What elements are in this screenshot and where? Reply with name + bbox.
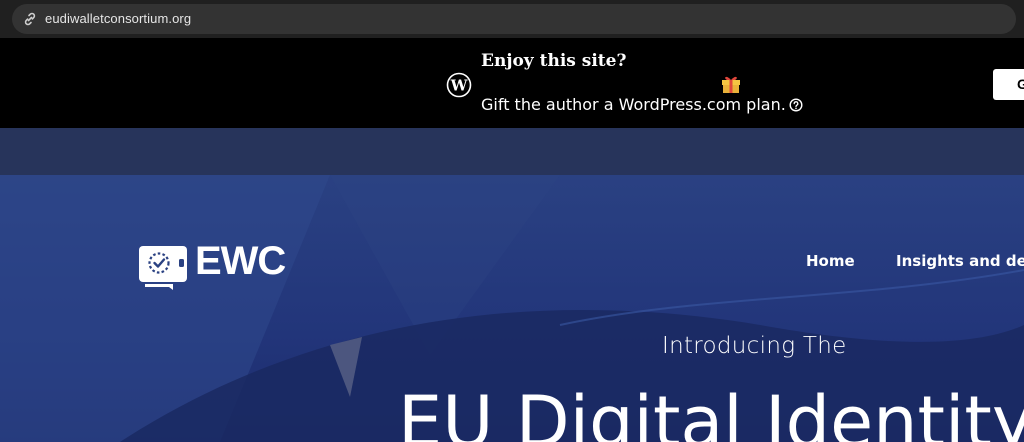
site-logo-text[interactable]: EWC — [195, 239, 286, 284]
question-circle-icon[interactable] — [789, 98, 803, 112]
hero-section: EWC Home Insights and deliverables Intro… — [0, 175, 1024, 442]
hero-intro-text: Introducing The — [662, 333, 847, 359]
url-text[interactable]: eudiwalletconsortium.org — [45, 11, 191, 26]
header-band — [0, 128, 1024, 175]
nav-home-link[interactable]: Home — [806, 252, 855, 270]
wallet-check-icon — [139, 246, 187, 290]
svg-text:W: W — [450, 77, 469, 95]
wordpress-logo-icon: W — [446, 72, 472, 98]
nav-insights-link[interactable]: Insights and deliverables — [896, 252, 1024, 270]
gift-icon — [722, 76, 740, 93]
link-icon[interactable] — [22, 11, 38, 27]
banner-subtitle: Gift the author a WordPress.com plan. — [481, 95, 786, 114]
hero-title: EU Digital Identity Wallet — [398, 381, 1024, 442]
banner-title: Enjoy this site? — [481, 51, 627, 71]
browser-toolbar: eudiwalletconsortium.org — [0, 0, 1024, 38]
address-bar[interactable]: eudiwalletconsortium.org — [12, 4, 1016, 34]
gift-button[interactable]: G — [993, 69, 1024, 100]
